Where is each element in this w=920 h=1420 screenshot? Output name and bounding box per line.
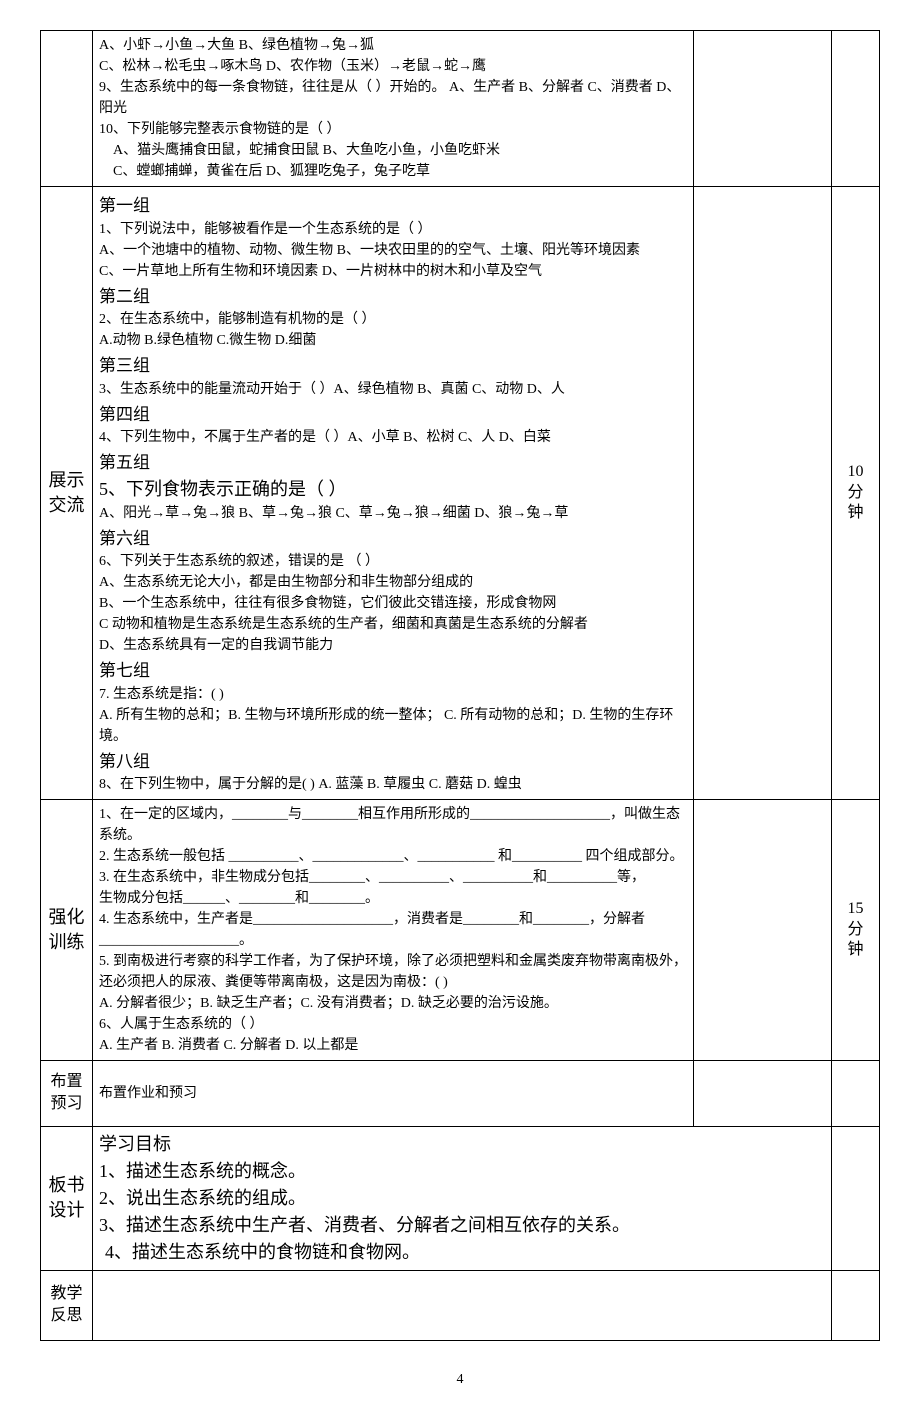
time-unit: 分: [838, 920, 873, 941]
reflection-content: [93, 1270, 832, 1340]
question: 4、下列生物中，不属于生产者的是（ ）A、小草 B、松树 C、人 D、白菜: [99, 427, 687, 448]
group-heading: 第一组: [99, 193, 687, 219]
table-row: 展示 交流 第一组 1、下列说法中，能够被看作是一个生态系统的是（ ） A、一个…: [41, 187, 880, 800]
label-text: 布置: [47, 1071, 86, 1093]
row-label-board: 板书 设计: [41, 1126, 93, 1270]
question: 2. 生态系统一般包括 __________、_____________、___…: [99, 846, 687, 867]
group-heading: 第八组: [99, 749, 687, 775]
time-cell: [832, 1061, 880, 1127]
question: 7. 生态系统是指：( ): [99, 684, 687, 705]
row-label-homework: 布置 预习: [41, 1061, 93, 1127]
homework-content: 布置作业和预习: [93, 1061, 694, 1127]
option-line: A.动物 B.绿色植物 C.微生物 D.细菌: [99, 330, 687, 351]
board-line: 4、描述生态系统中的食物链和食物网。: [99, 1239, 825, 1266]
label-text: 板书: [47, 1173, 86, 1198]
question: 1、下列说法中，能够被看作是一个生态系统的是（ ）: [99, 219, 687, 240]
time-unit: 钟: [838, 503, 873, 524]
option-line: A. 所有生物的总和；B. 生物与环境所形成的统一整体； C. 所有动物的总和；…: [99, 705, 687, 747]
group-heading: 第七组: [99, 658, 687, 684]
continuation-content: A、小虾→小鱼→大鱼 B、绿色植物→兔→狐 C、松林→松毛虫→啄木鸟 D、农作物…: [93, 31, 694, 187]
label-text: 强化: [47, 905, 86, 930]
label-text: 反思: [47, 1305, 86, 1327]
row-label-empty: [41, 31, 93, 187]
time-cell: [832, 31, 880, 187]
question-9: 9、生态系统中的每一条食物链，往往是从（ ）开始的。 A、生产者 B、分解者 C…: [99, 77, 687, 119]
mid-cell: [694, 1061, 832, 1127]
page-number: 4: [40, 1369, 880, 1390]
question-10-stem: 10、下列能够完整表示食物链的是（ ）: [99, 119, 687, 140]
mid-cell: [694, 187, 832, 800]
time-cell: 10 分 钟: [832, 187, 880, 800]
option-line: A、一个池塘中的植物、动物、微生物 B、一块农田里的的空气、土壤、阳光等环境因素: [99, 240, 687, 261]
question: 8、在下列生物中，属于分解的是( ) A. 蓝藻 B. 草履虫 C. 蘑菇 D.…: [99, 774, 687, 795]
time-unit: 分: [838, 483, 873, 504]
table-row: 强化 训练 1、在一定的区域内，________与________相互作用所形成…: [41, 800, 880, 1061]
label-text: 预习: [47, 1093, 86, 1115]
question: 3、生态系统中的能量流动开始于（ ）A、绿色植物 B、真菌 C、动物 D、人: [99, 379, 687, 400]
intensive-content: 1、在一定的区域内，________与________相互作用所形成的_____…: [93, 800, 694, 1061]
question: 5. 到南极进行考察的科学工作者，为了保护环境，除了必须把塑料和金属类废弃物带离…: [99, 951, 687, 993]
board-line: 3、描述生态系统中生产者、消费者、分解者之间相互依存的关系。: [99, 1212, 825, 1239]
option-line: A、阳光→草→兔→狼 B、草→兔→狼 C、草→兔→狼→细菌 D、狼→兔→草: [99, 503, 687, 524]
time-cell: 15 分 钟: [832, 800, 880, 1061]
question: 2、在生态系统中，能够制造有机物的是（ ）: [99, 309, 687, 330]
question-10-ab: A、猫头鹰捕食田鼠，蛇捕食田鼠 B、大鱼吃小鱼，小鱼吃虾米: [99, 140, 687, 161]
question: 3. 在生态系统中，非生物成分包括________、__________、___…: [99, 867, 687, 888]
table-row: 布置 预习 布置作业和预习: [41, 1061, 880, 1127]
question-10-cd: C、螳螂捕蝉，黄雀在后 D、狐狸吃兔子，兔子吃草: [99, 161, 687, 182]
row-label-display: 展示 交流: [41, 187, 93, 800]
option-line: A. 分解者很少；B. 缺乏生产者；C. 没有消费者；D. 缺乏必要的治污设施。: [99, 993, 687, 1014]
question: 4. 生态系统中，生产者是____________________，消费者是__…: [99, 909, 687, 951]
row-label-reflection: 教学 反思: [41, 1270, 93, 1340]
mid-cell: [694, 31, 832, 187]
question: 1、在一定的区域内，________与________相互作用所形成的_____…: [99, 804, 687, 846]
option-line: A. 生产者 B. 消费者 C. 分解者 D. 以上都是: [99, 1035, 687, 1056]
question-cont: 生物成分包括______、________和________。: [99, 888, 687, 909]
group-heading: 第五组: [99, 450, 687, 476]
group-heading: 第四组: [99, 402, 687, 428]
row-label-intensive: 强化 训练: [41, 800, 93, 1061]
time-cell: [832, 1270, 880, 1340]
homework-text: 布置作业和预习: [99, 1083, 687, 1104]
table-row: 教学 反思: [41, 1270, 880, 1340]
group-heading: 第六组: [99, 526, 687, 552]
option-line: A、生态系统无论大小，都是由生物部分和非生物部分组成的: [99, 572, 687, 593]
board-line: 1、描述生态系统的概念。: [99, 1158, 825, 1185]
time-unit: 钟: [838, 940, 873, 961]
option-line: D、生态系统具有一定的自我调节能力: [99, 635, 687, 656]
board-heading: 学习目标: [99, 1131, 825, 1158]
display-content: 第一组 1、下列说法中，能够被看作是一个生态系统的是（ ） A、一个池塘中的植物…: [93, 187, 694, 800]
question: 6、下列关于生态系统的叙述，错误的是 （ ）: [99, 551, 687, 572]
label-text: 展示: [47, 468, 86, 493]
label-text: 交流: [47, 493, 86, 518]
question: 6、人属于生态系统的（ ）: [99, 1014, 687, 1035]
table-row: A、小虾→小鱼→大鱼 B、绿色植物→兔→狐 C、松林→松毛虫→啄木鸟 D、农作物…: [41, 31, 880, 187]
time-value: 15: [838, 899, 873, 920]
option-line: C 动物和植物是生态系统是生态系统的生产者，细菌和真菌是生态系统的分解者: [99, 614, 687, 635]
time-cell: [832, 1126, 880, 1270]
option-line: A、小虾→小鱼→大鱼 B、绿色植物→兔→狐: [99, 35, 687, 56]
lesson-plan-table: A、小虾→小鱼→大鱼 B、绿色植物→兔→狐 C、松林→松毛虫→啄木鸟 D、农作物…: [40, 30, 880, 1341]
group-heading: 第三组: [99, 353, 687, 379]
time-value: 10: [838, 462, 873, 483]
option-line: C、一片草地上所有生物和环境因素 D、一片树林中的树木和小草及空气: [99, 261, 687, 282]
table-row: 板书 设计 学习目标 1、描述生态系统的概念。 2、说出生态系统的组成。 3、描…: [41, 1126, 880, 1270]
option-line: C、松林→松毛虫→啄木鸟 D、农作物（玉米）→老鼠→蛇→鹰: [99, 56, 687, 77]
question: 5、下列食物表示正确的是（ ）: [99, 476, 687, 503]
group-heading: 第二组: [99, 284, 687, 310]
label-text: 设计: [47, 1198, 86, 1223]
option-line: B、一个生态系统中，往往有很多食物链，它们彼此交错连接，形成食物网: [99, 593, 687, 614]
board-content: 学习目标 1、描述生态系统的概念。 2、说出生态系统的组成。 3、描述生态系统中…: [93, 1126, 832, 1270]
label-text: 训练: [47, 930, 86, 955]
board-line: 2、说出生态系统的组成。: [99, 1185, 825, 1212]
mid-cell: [694, 800, 832, 1061]
